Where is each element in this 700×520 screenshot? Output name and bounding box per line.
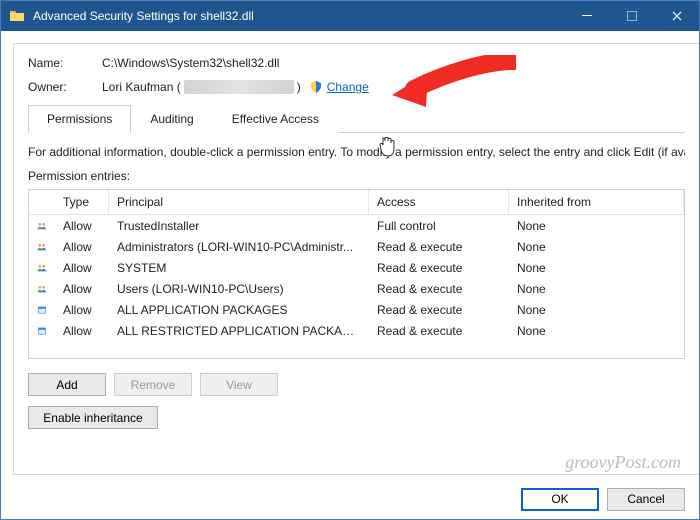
- titlebar[interactable]: Advanced Security Settings for shell32.d…: [1, 1, 699, 31]
- enable-inheritance-button[interactable]: Enable inheritance: [28, 406, 158, 429]
- cancel-button[interactable]: Cancel: [607, 488, 685, 511]
- cell-type: Allow: [55, 217, 109, 235]
- cell-principal: ALL RESTRICTED APPLICATION PACKAGES: [109, 322, 369, 340]
- owner-value: Lori Kaufman ( ): [102, 80, 301, 94]
- cell-type: Allow: [55, 259, 109, 277]
- principal-icon: [29, 300, 55, 320]
- cell-type: Allow: [55, 280, 109, 298]
- cell-access: Read & execute: [369, 280, 509, 298]
- table-row[interactable]: AllowTrustedInstallerFull controlNone: [29, 215, 684, 236]
- cell-inherited: None: [509, 238, 684, 256]
- cell-access: Read & execute: [369, 259, 509, 277]
- table-row[interactable]: AllowALL RESTRICTED APPLICATION PACKAGES…: [29, 320, 684, 341]
- col-inherited[interactable]: Inherited from: [509, 190, 684, 214]
- add-button[interactable]: Add: [28, 373, 106, 396]
- cell-inherited: None: [509, 217, 684, 235]
- close-button[interactable]: [654, 1, 699, 31]
- view-button[interactable]: View: [200, 373, 278, 396]
- col-access[interactable]: Access: [369, 190, 509, 214]
- table-row[interactable]: AllowSYSTEMRead & executeNone: [29, 257, 684, 278]
- entries-label: Permission entries:: [28, 169, 685, 183]
- folder-icon: [9, 8, 25, 24]
- cell-inherited: None: [509, 301, 684, 319]
- info-text: For additional information, double-click…: [28, 145, 685, 159]
- table-row[interactable]: AllowAdministrators (LORI-WIN10-PC\Admin…: [29, 236, 684, 257]
- cell-access: Full control: [369, 217, 509, 235]
- tab-strip: Permissions Auditing Effective Access: [28, 104, 685, 133]
- cell-access: Read & execute: [369, 301, 509, 319]
- maximize-button[interactable]: [609, 1, 654, 31]
- redacted-owner-detail: [184, 80, 294, 94]
- tab-auditing[interactable]: Auditing: [131, 105, 212, 133]
- principal-icon: [29, 217, 55, 235]
- cell-access: Read & execute: [369, 322, 509, 340]
- cell-principal: Administrators (LORI-WIN10-PC\Administr.…: [109, 238, 369, 256]
- owner-row: Owner: Lori Kaufman ( ) Change: [28, 80, 685, 94]
- main-panel: Name: C:\Windows\System32\shell32.dll Ow…: [13, 43, 699, 475]
- remove-button[interactable]: Remove: [114, 373, 192, 396]
- permission-entries-table[interactable]: Type Principal Access Inherited from All…: [28, 189, 685, 359]
- owner-label: Owner:: [28, 80, 102, 94]
- minimize-button[interactable]: [564, 1, 609, 31]
- dialog-footer: OK Cancel: [1, 479, 699, 519]
- col-type[interactable]: Type: [55, 190, 109, 214]
- name-row: Name: C:\Windows\System32\shell32.dll: [28, 56, 685, 70]
- name-value: C:\Windows\System32\shell32.dll: [102, 56, 279, 70]
- principal-icon: [29, 280, 55, 298]
- tab-permissions[interactable]: Permissions: [28, 105, 131, 133]
- entry-buttons: Add Remove View: [28, 373, 685, 396]
- cell-inherited: None: [509, 259, 684, 277]
- cell-inherited: None: [509, 280, 684, 298]
- col-principal[interactable]: Principal: [109, 190, 369, 214]
- security-settings-window: Advanced Security Settings for shell32.d…: [0, 0, 700, 520]
- principal-icon: [29, 238, 55, 256]
- change-owner-link[interactable]: Change: [327, 80, 369, 94]
- tab-effective-access[interactable]: Effective Access: [213, 105, 338, 133]
- cell-principal: SYSTEM: [109, 259, 369, 277]
- cell-type: Allow: [55, 238, 109, 256]
- cell-principal: TrustedInstaller: [109, 217, 369, 235]
- cell-principal: ALL APPLICATION PACKAGES: [109, 301, 369, 319]
- table-row[interactable]: AllowUsers (LORI-WIN10-PC\Users)Read & e…: [29, 278, 684, 299]
- principal-icon: [29, 259, 55, 277]
- ok-button[interactable]: OK: [521, 488, 599, 511]
- principal-icon: [29, 321, 55, 341]
- cell-type: Allow: [55, 322, 109, 340]
- table-row[interactable]: AllowALL APPLICATION PACKAGESRead & exec…: [29, 299, 684, 320]
- uac-shield-icon: [309, 80, 323, 94]
- cell-access: Read & execute: [369, 238, 509, 256]
- cell-principal: Users (LORI-WIN10-PC\Users): [109, 280, 369, 298]
- window-title: Advanced Security Settings for shell32.d…: [33, 9, 254, 23]
- col-icon[interactable]: [29, 190, 55, 214]
- name-label: Name:: [28, 56, 102, 70]
- cell-inherited: None: [509, 322, 684, 340]
- cell-type: Allow: [55, 301, 109, 319]
